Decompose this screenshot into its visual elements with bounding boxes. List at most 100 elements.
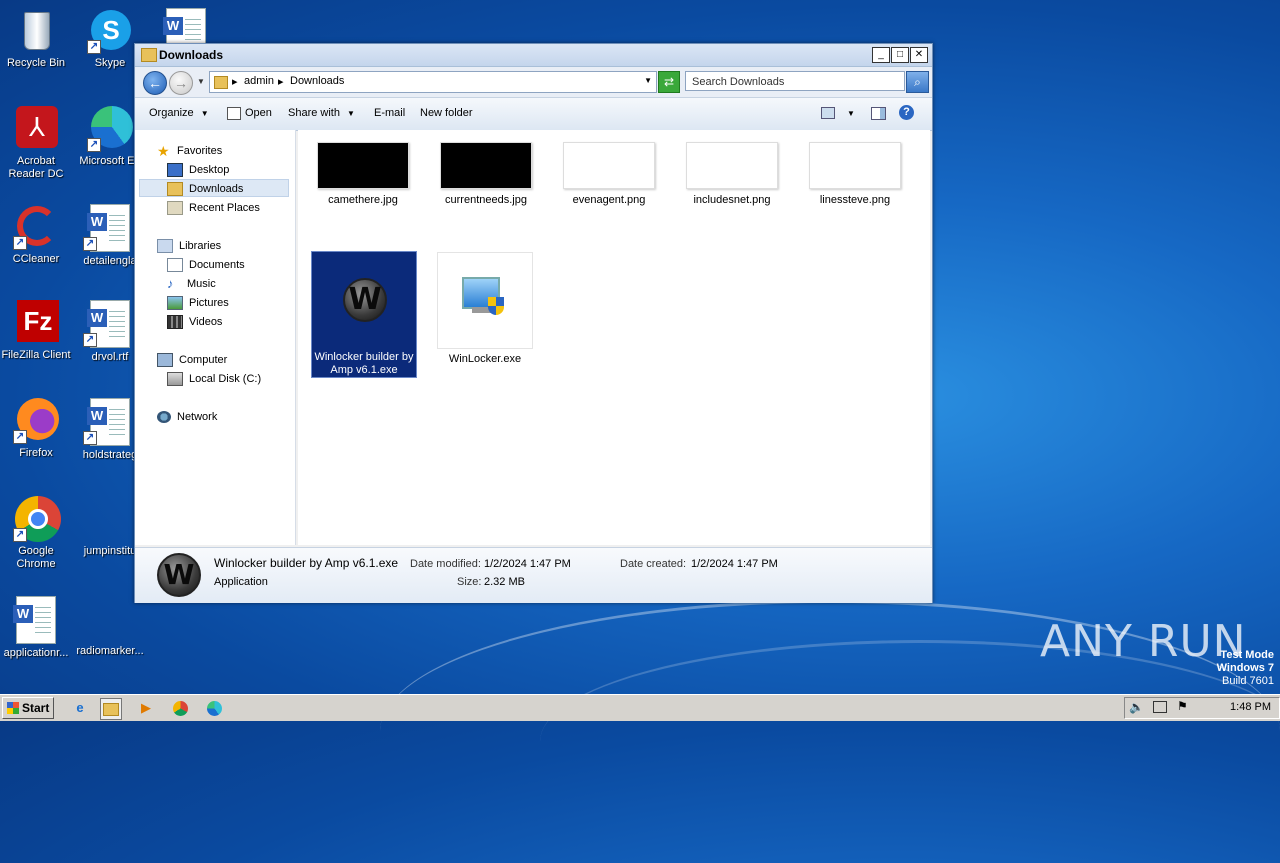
address-bar[interactable]: ▸ admin ▸ Downloads ▼ xyxy=(209,71,657,93)
edge-icon[interactable] xyxy=(204,698,224,718)
file-name: evenagent.png xyxy=(572,194,646,206)
network-tray-icon[interactable] xyxy=(1153,701,1167,713)
file-item-winlocker[interactable]: WinLocker.exe xyxy=(435,252,535,366)
chevron-down-icon[interactable]: ▼ xyxy=(847,109,855,118)
nav-label: Downloads xyxy=(189,183,244,195)
nav-label: Computer xyxy=(179,354,228,366)
desktop-icon-acrobat[interactable]: ⅄ Acrobat Reader DC xyxy=(0,106,74,181)
nav-videos[interactable]: Videos xyxy=(167,313,222,331)
media-player-icon[interactable]: ▶ xyxy=(136,698,156,718)
desktop-icon-filezilla[interactable]: Fz FileZilla Client xyxy=(0,300,74,362)
chrome-icon[interactable] xyxy=(170,698,190,718)
chevron-down-icon: ▼ xyxy=(200,109,209,118)
details-modified-value: 1/2/2024 1:47 PM xyxy=(484,558,571,570)
recent-pages-dropdown[interactable]: ▼ xyxy=(197,77,205,86)
forward-button[interactable]: → xyxy=(169,71,193,95)
close-button[interactable]: ✕ xyxy=(910,47,928,63)
file-item-camethere[interactable]: camethere.jpg xyxy=(308,142,418,207)
nav-label: Pictures xyxy=(189,297,229,309)
videos-icon xyxy=(167,315,183,330)
desktop-icon-recycle-bin[interactable]: Recycle Bin xyxy=(0,8,74,70)
image-thumbnail xyxy=(686,142,778,189)
nav-computer[interactable]: Computer xyxy=(157,351,227,369)
file-name: Winlocker builder by Amp v6.1.exe xyxy=(314,351,414,376)
chevron-right-icon[interactable]: ▸ xyxy=(278,75,284,88)
maximize-button[interactable]: □ xyxy=(891,47,909,63)
wallpaper-swoosh xyxy=(540,640,1280,843)
start-label: Start xyxy=(22,701,50,715)
details-created-label: Date created: xyxy=(620,558,687,570)
desktop-icon-chrome[interactable]: ↗ Google Chrome xyxy=(0,496,74,571)
image-thumbnail xyxy=(563,142,655,189)
file-list: camethere.jpg currentneeds.jpg evenagent… xyxy=(298,130,930,545)
edge-icon: ↗ xyxy=(87,106,133,152)
refresh-button[interactable]: ⇄ xyxy=(658,71,680,93)
chevron-down-icon[interactable]: ▼ xyxy=(644,76,652,85)
breadcrumb-downloads[interactable]: Downloads xyxy=(290,75,344,87)
details-created-value: 1/2/2024 1:47 PM xyxy=(691,558,778,570)
details-file-type: Application xyxy=(214,576,268,588)
nav-label: Local Disk (C:) xyxy=(189,373,262,385)
organize-button[interactable]: Organize ▼ xyxy=(149,107,209,119)
file-item-currentneeds[interactable]: currentneeds.jpg xyxy=(431,142,541,207)
title-bar[interactable]: Downloads _ □ ✕ xyxy=(135,44,932,67)
nav-libraries[interactable]: Libraries xyxy=(157,237,221,255)
details-size-value: 2.32 MB xyxy=(484,576,525,588)
action-center-flag-icon[interactable]: ⚑ xyxy=(1177,699,1188,713)
details-file-name: Winlocker builder by Amp v6.1.exe xyxy=(214,556,399,570)
search-input[interactable]: Search Downloads xyxy=(685,71,905,91)
file-item-evenagent[interactable]: evenagent.png xyxy=(554,142,664,207)
word-document-icon: W ↗ xyxy=(83,204,130,252)
volume-icon[interactable]: 🔈 xyxy=(1129,700,1144,714)
open-button[interactable]: Open xyxy=(245,107,272,119)
search-icon: ⌕ xyxy=(914,75,921,89)
star-icon: ★ xyxy=(157,143,170,160)
image-thumbnail xyxy=(440,142,532,189)
chevron-right-icon[interactable]: ▸ xyxy=(232,75,238,88)
explorer-taskbar-button[interactable] xyxy=(100,698,122,720)
nav-label: Music xyxy=(187,278,216,290)
preview-pane-icon[interactable] xyxy=(871,107,886,120)
recent-places-icon xyxy=(167,201,183,216)
desktop-icon-applicationr[interactable]: W applicationr... xyxy=(0,596,74,660)
file-item-winlocker-builder[interactable]: W Winlocker builder by Amp v6.1.exe xyxy=(311,251,417,378)
skype-icon: S ↗ xyxy=(87,8,133,54)
watermark-line: Build 7601 xyxy=(1222,675,1274,687)
nav-local-disk[interactable]: Local Disk (C:) xyxy=(167,370,261,388)
nav-desktop[interactable]: Desktop xyxy=(167,161,229,179)
help-icon[interactable]: ? xyxy=(899,105,914,120)
start-button[interactable]: Start xyxy=(2,697,54,719)
filezilla-icon: Fz xyxy=(13,300,59,346)
share-with-button[interactable]: Share with ▼ xyxy=(288,107,355,119)
file-item-linessteve[interactable]: linessteve.png xyxy=(800,142,910,207)
email-button[interactable]: E-mail xyxy=(374,107,405,119)
ccleaner-icon: ↗ xyxy=(13,204,59,250)
breadcrumb-admin[interactable]: admin xyxy=(244,75,274,87)
file-item-includesnet[interactable]: includesnet.png xyxy=(677,142,787,207)
desktop-icon-radiomarker[interactable]: radiomarker... xyxy=(72,596,148,658)
back-arrow-icon: ← xyxy=(148,75,162,91)
clock[interactable]: 1:48 PM xyxy=(1230,701,1271,713)
internet-explorer-icon[interactable]: e xyxy=(70,698,90,718)
pictures-icon xyxy=(167,296,183,311)
nav-music[interactable]: ♪ Music xyxy=(167,275,216,293)
nav-favorites[interactable]: ★ Favorites xyxy=(157,142,222,160)
nav-recent-places[interactable]: Recent Places xyxy=(167,199,260,217)
forward-arrow-icon: → xyxy=(174,75,188,91)
desktop-icon-firefox[interactable]: ↗ Firefox xyxy=(0,398,74,460)
nav-downloads[interactable]: Downloads xyxy=(139,179,289,197)
image-thumbnail xyxy=(317,142,409,189)
desktop-icon xyxy=(167,163,183,178)
nav-network[interactable]: Network xyxy=(157,408,217,426)
nav-documents[interactable]: Documents xyxy=(167,256,245,274)
image-thumbnail xyxy=(809,142,901,189)
nav-pictures[interactable]: Pictures xyxy=(167,294,229,312)
minimize-button[interactable]: _ xyxy=(872,47,890,63)
acrobat-icon: ⅄ xyxy=(13,106,59,152)
back-button[interactable]: ← xyxy=(143,71,167,95)
view-icon[interactable] xyxy=(821,107,835,119)
new-folder-button[interactable]: New folder xyxy=(420,107,473,119)
search-button[interactable]: ⌕ xyxy=(906,71,929,93)
winlocker-builder-icon: W xyxy=(157,553,201,597)
desktop-icon-ccleaner[interactable]: ↗ CCleaner xyxy=(0,204,74,266)
